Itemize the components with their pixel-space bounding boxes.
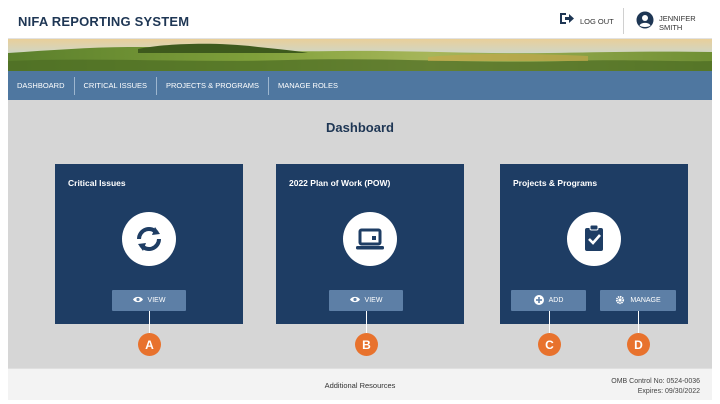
user-avatar-icon [636, 11, 654, 34]
eye-icon [349, 296, 360, 305]
header-divider [623, 8, 624, 34]
nav-projects-programs[interactable]: PROJECTS & PROGRAMS [157, 76, 269, 95]
user-menu[interactable]: JENNIFER SMITH [636, 11, 712, 34]
callout-b-line [366, 311, 367, 333]
callout-b-badge: B [355, 333, 378, 356]
card-title: 2022 Plan of Work (POW) [289, 178, 391, 188]
omb-info: OMB Control No: 0524-0036 Expires: 09/30… [611, 377, 700, 397]
callout-a-line [149, 311, 150, 333]
card-title: Critical Issues [68, 178, 126, 188]
omb-expiration: Expires: 09/30/2022 [637, 388, 700, 395]
nav-manage-roles[interactable]: MANAGE ROLES [269, 77, 347, 95]
nav-dashboard[interactable]: DASHBOARD [8, 76, 75, 95]
main-nav: DASHBOARD CRITICAL ISSUES PROJECTS & PRO… [8, 71, 712, 100]
card-projects-programs: Projects & Programs ADD MANAGE [500, 164, 688, 324]
eye-icon [132, 296, 143, 305]
plan-of-work-view-button[interactable]: VIEW [329, 290, 403, 311]
callout-d-line [638, 311, 639, 333]
gear-icon [615, 295, 625, 307]
callout-c-badge: C [538, 333, 561, 356]
view-button-label: VIEW [364, 297, 383, 304]
top-header: NIFA REPORTING SYSTEM LOG OUT JENNIFER S… [8, 4, 712, 39]
omb-control-number: OMB Control No: 0524-0036 [611, 378, 700, 385]
app-frame: NIFA REPORTING SYSTEM LOG OUT JENNIFER S… [8, 4, 712, 400]
callout-a-badge: A [138, 333, 161, 356]
logout-button[interactable]: LOG OUT [559, 12, 614, 30]
user-name: JENNIFER SMITH [659, 13, 696, 32]
card-critical-issues: Critical Issues VIEW [55, 164, 243, 324]
projects-add-button[interactable]: ADD [511, 290, 586, 311]
page-title: Dashboard [326, 120, 394, 135]
nav-critical-issues[interactable]: CRITICAL ISSUES [75, 76, 158, 95]
logout-icon [559, 12, 575, 30]
critical-issues-view-button[interactable]: VIEW [112, 290, 186, 311]
card-plan-of-work: 2022 Plan of Work (POW) VIEW [276, 164, 464, 324]
callout-d-badge: D [627, 333, 650, 356]
laptop-icon [343, 212, 397, 266]
additional-resources-link[interactable]: Additional Resources [8, 381, 712, 390]
callout-c-line [549, 311, 550, 333]
plus-circle-icon [533, 294, 544, 307]
clipboard-check-icon [567, 212, 621, 266]
manage-button-label: MANAGE [630, 297, 661, 304]
card-title: Projects & Programs [513, 178, 598, 188]
app-title: NIFA REPORTING SYSTEM [18, 14, 190, 29]
add-button-label: ADD [548, 297, 564, 304]
landscape-banner [8, 39, 712, 71]
refresh-icon [122, 212, 176, 266]
logout-label: LOG OUT [580, 16, 614, 26]
footer: Additional Resources OMB Control No: 052… [8, 368, 712, 400]
projects-manage-button[interactable]: MANAGE [600, 290, 676, 311]
view-button-label: VIEW [147, 297, 166, 304]
